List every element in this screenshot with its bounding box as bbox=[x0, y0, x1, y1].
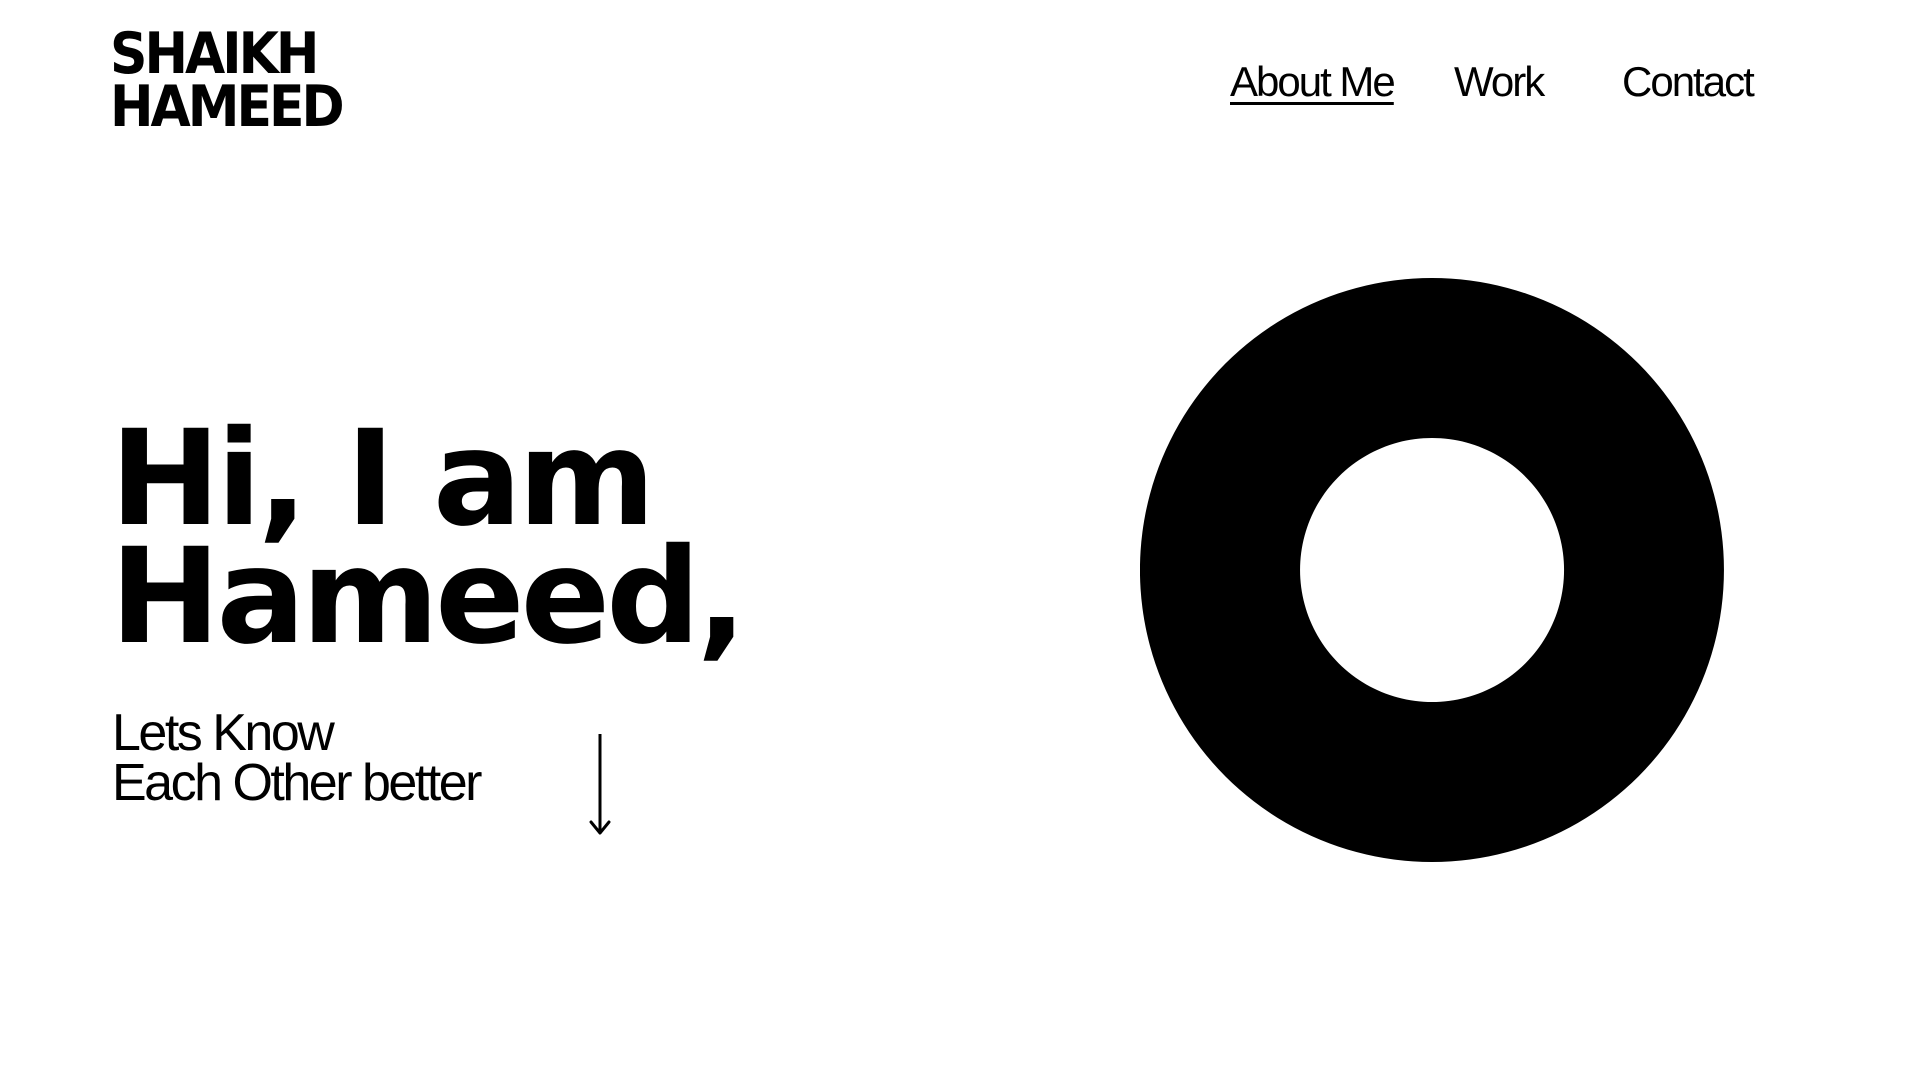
hero-subtitle-line-2: Each Other better bbox=[112, 754, 482, 812]
nav-link-contact[interactable]: Contact bbox=[1622, 58, 1755, 106]
main-nav: About Me Work Contact bbox=[1230, 58, 1790, 114]
ring-graphic bbox=[1140, 278, 1724, 862]
hero-title: Hi, I am Hameed, bbox=[110, 413, 747, 674]
logo[interactable]: SHAIKH HAMEED bbox=[110, 21, 345, 141]
hero-title-line-2: Hameed, bbox=[110, 520, 747, 674]
nav-link-work[interactable]: Work bbox=[1454, 58, 1545, 106]
hero-subtitle: Lets Know Each Other better bbox=[112, 704, 482, 812]
logo-line-2: HAMEED bbox=[110, 74, 345, 141]
logo-line-1: SHAIKH bbox=[110, 21, 319, 88]
nav-link-about-me[interactable]: About Me bbox=[1230, 58, 1396, 106]
page: SHAIKH HAMEED About Me Work Contact Hi, … bbox=[0, 0, 1920, 1080]
arrow-down-icon[interactable] bbox=[588, 734, 612, 836]
hero-subtitle-line-1: Lets Know bbox=[112, 704, 335, 762]
